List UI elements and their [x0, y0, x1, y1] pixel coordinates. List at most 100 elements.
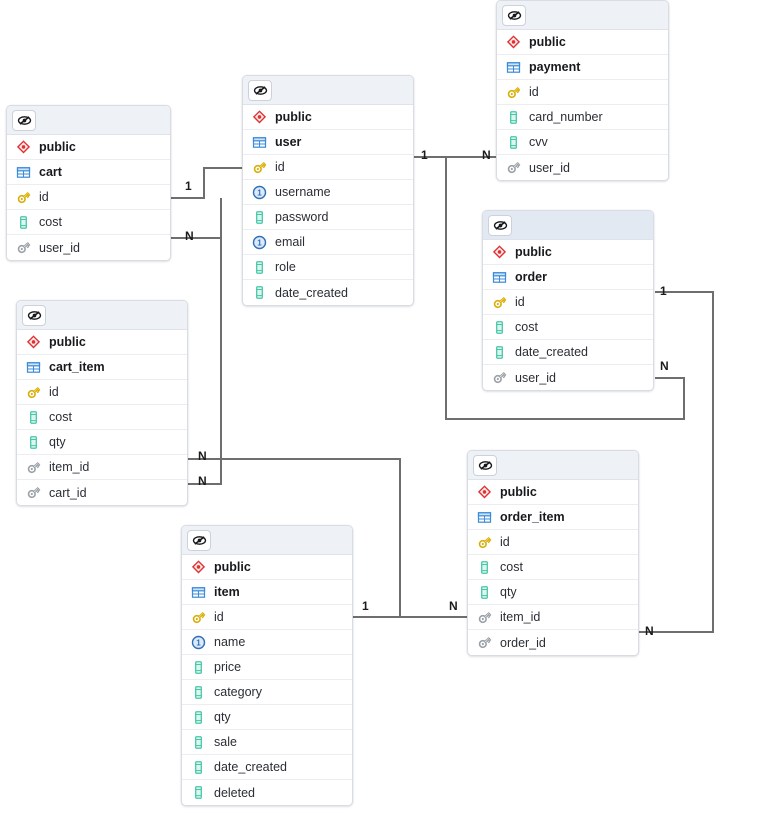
column-cylinder-icon — [252, 260, 275, 275]
column-row-cart_item-item_id[interactable]: item_id — [17, 455, 187, 480]
table-grid-icon — [506, 60, 529, 75]
column-name: date_created — [515, 345, 588, 359]
grey-key-icon — [492, 370, 515, 385]
schema-row-payment: public — [497, 30, 668, 55]
table-header-cart_item[interactable] — [17, 301, 187, 330]
eye-slash-icon[interactable] — [488, 214, 512, 236]
column-row-order-user_id[interactable]: user_id — [483, 365, 653, 390]
column-row-item-sale[interactable]: sale — [182, 730, 352, 755]
column-row-item-price[interactable]: price — [182, 655, 352, 680]
column-row-cart-id[interactable]: id — [7, 185, 170, 210]
table-header-item[interactable] — [182, 526, 352, 555]
table-node-user[interactable]: public user id 1 username password 1 email role d… — [242, 75, 414, 306]
column-name: cost — [39, 215, 62, 229]
column-row-item-qty[interactable]: qty — [182, 705, 352, 730]
column-name: date_created — [214, 760, 287, 774]
table-node-cart[interactable]: public cart id cost user_id — [6, 105, 171, 261]
yellow-key-icon — [477, 535, 500, 550]
grey-key-icon — [506, 160, 529, 175]
column-row-order-date_created[interactable]: date_created — [483, 340, 653, 365]
yellow-key-icon — [16, 190, 39, 205]
table-header-order[interactable] — [483, 211, 653, 240]
column-name: id — [515, 295, 525, 309]
table-grid-icon — [26, 360, 49, 375]
table-node-item[interactable]: public item id 1 name price category qty sale dat… — [181, 525, 353, 806]
table-name-row-order[interactable]: order — [483, 265, 653, 290]
column-row-cart_item-id[interactable]: id — [17, 380, 187, 405]
column-row-order_item-item_id[interactable]: item_id — [468, 605, 638, 630]
eye-slash-icon[interactable] — [22, 304, 46, 326]
table-node-order_item[interactable]: public order_item id cost qty item_id order_id — [467, 450, 639, 656]
column-row-order-id[interactable]: id — [483, 290, 653, 315]
column-row-user-email[interactable]: 1 email — [243, 230, 413, 255]
column-row-cart-cost[interactable]: cost — [7, 210, 170, 235]
table-name-row-cart_item[interactable]: cart_item — [17, 355, 187, 380]
cardinality-label-item-id-one: 1 — [362, 599, 369, 613]
column-row-user-date_created[interactable]: date_created — [243, 280, 413, 305]
column-name: cvv — [529, 135, 548, 149]
column-row-cart-user_id[interactable]: user_id — [7, 235, 170, 260]
column-row-order_item-qty[interactable]: qty — [468, 580, 638, 605]
eye-slash-icon[interactable] — [187, 529, 211, 551]
yellow-key-icon — [191, 610, 214, 625]
er-diagram-canvas[interactable]: 1N1N1NNN1NN public cart id cost user_id publi… — [0, 0, 761, 815]
eye-slash-icon[interactable] — [12, 109, 36, 131]
column-row-user-username[interactable]: 1 username — [243, 180, 413, 205]
schema-name: public — [275, 110, 312, 124]
column-row-payment-id[interactable]: id — [497, 80, 668, 105]
column-name: id — [500, 535, 510, 549]
column-row-payment-user_id[interactable]: user_id — [497, 155, 668, 180]
schema-diamond-icon — [506, 34, 529, 50]
cardinality-label-order-id-one: 1 — [660, 284, 667, 298]
column-row-order_item-order_id[interactable]: order_id — [468, 630, 638, 655]
column-row-cart_item-qty[interactable]: qty — [17, 430, 187, 455]
schema-diamond-icon — [16, 139, 39, 155]
table-node-cart_item[interactable]: public cart_item id cost qty item_id cart_id — [16, 300, 188, 506]
table-node-payment[interactable]: public payment id card_numbercvv user_id — [496, 0, 669, 181]
column-row-item-name[interactable]: 1 name — [182, 630, 352, 655]
grey-key-icon — [26, 485, 49, 500]
column-cylinder-icon — [26, 410, 49, 425]
table-header-order_item[interactable] — [468, 451, 638, 480]
table-name-row-item[interactable]: item — [182, 580, 352, 605]
schema-row-order: public — [483, 240, 653, 265]
column-row-item-category[interactable]: category — [182, 680, 352, 705]
column-row-user-role[interactable]: role — [243, 255, 413, 280]
column-row-payment-card_number[interactable]: card_number — [497, 105, 668, 130]
table-grid-icon — [477, 510, 500, 525]
table-header-user[interactable] — [243, 76, 413, 105]
column-name: qty — [214, 710, 231, 724]
column-row-user-id[interactable]: id — [243, 155, 413, 180]
table-grid-icon — [16, 165, 39, 180]
column-row-order_item-id[interactable]: id — [468, 530, 638, 555]
column-row-cart_item-cart_id[interactable]: cart_id — [17, 480, 187, 505]
eye-slash-icon[interactable] — [473, 454, 497, 476]
table-grid-icon — [252, 135, 275, 150]
column-row-item-deleted[interactable]: deleted — [182, 780, 352, 805]
eye-slash-icon[interactable] — [502, 4, 526, 26]
table-name-row-order_item[interactable]: order_item — [468, 505, 638, 530]
table-header-payment[interactable] — [497, 1, 668, 30]
column-row-order-cost[interactable]: cost — [483, 315, 653, 340]
table-header-cart[interactable] — [7, 106, 170, 135]
grey-key-icon — [16, 240, 39, 255]
table-name-row-payment[interactable]: payment — [497, 55, 668, 80]
column-row-order_item-cost[interactable]: cost — [468, 555, 638, 580]
column-row-item-date_created[interactable]: date_created — [182, 755, 352, 780]
table-name: order — [515, 270, 547, 284]
column-row-payment-cvv[interactable]: cvv — [497, 130, 668, 155]
column-row-user-password[interactable]: password — [243, 205, 413, 230]
table-node-order[interactable]: public order id cost date_created user_id — [482, 210, 654, 391]
table-name-row-user[interactable]: user — [243, 130, 413, 155]
column-row-item-id[interactable]: id — [182, 605, 352, 630]
column-row-cart_item-cost[interactable]: cost — [17, 405, 187, 430]
schema-name: public — [529, 35, 566, 49]
column-cylinder-icon — [191, 785, 214, 800]
column-name: qty — [49, 435, 66, 449]
eye-slash-icon[interactable] — [248, 79, 272, 101]
table-name-row-cart[interactable]: cart — [7, 160, 170, 185]
schema-name: public — [39, 140, 76, 154]
column-name: email — [275, 235, 305, 249]
cardinality-label-cart-id-one: 1 — [185, 179, 192, 193]
grey-key-icon — [477, 635, 500, 650]
